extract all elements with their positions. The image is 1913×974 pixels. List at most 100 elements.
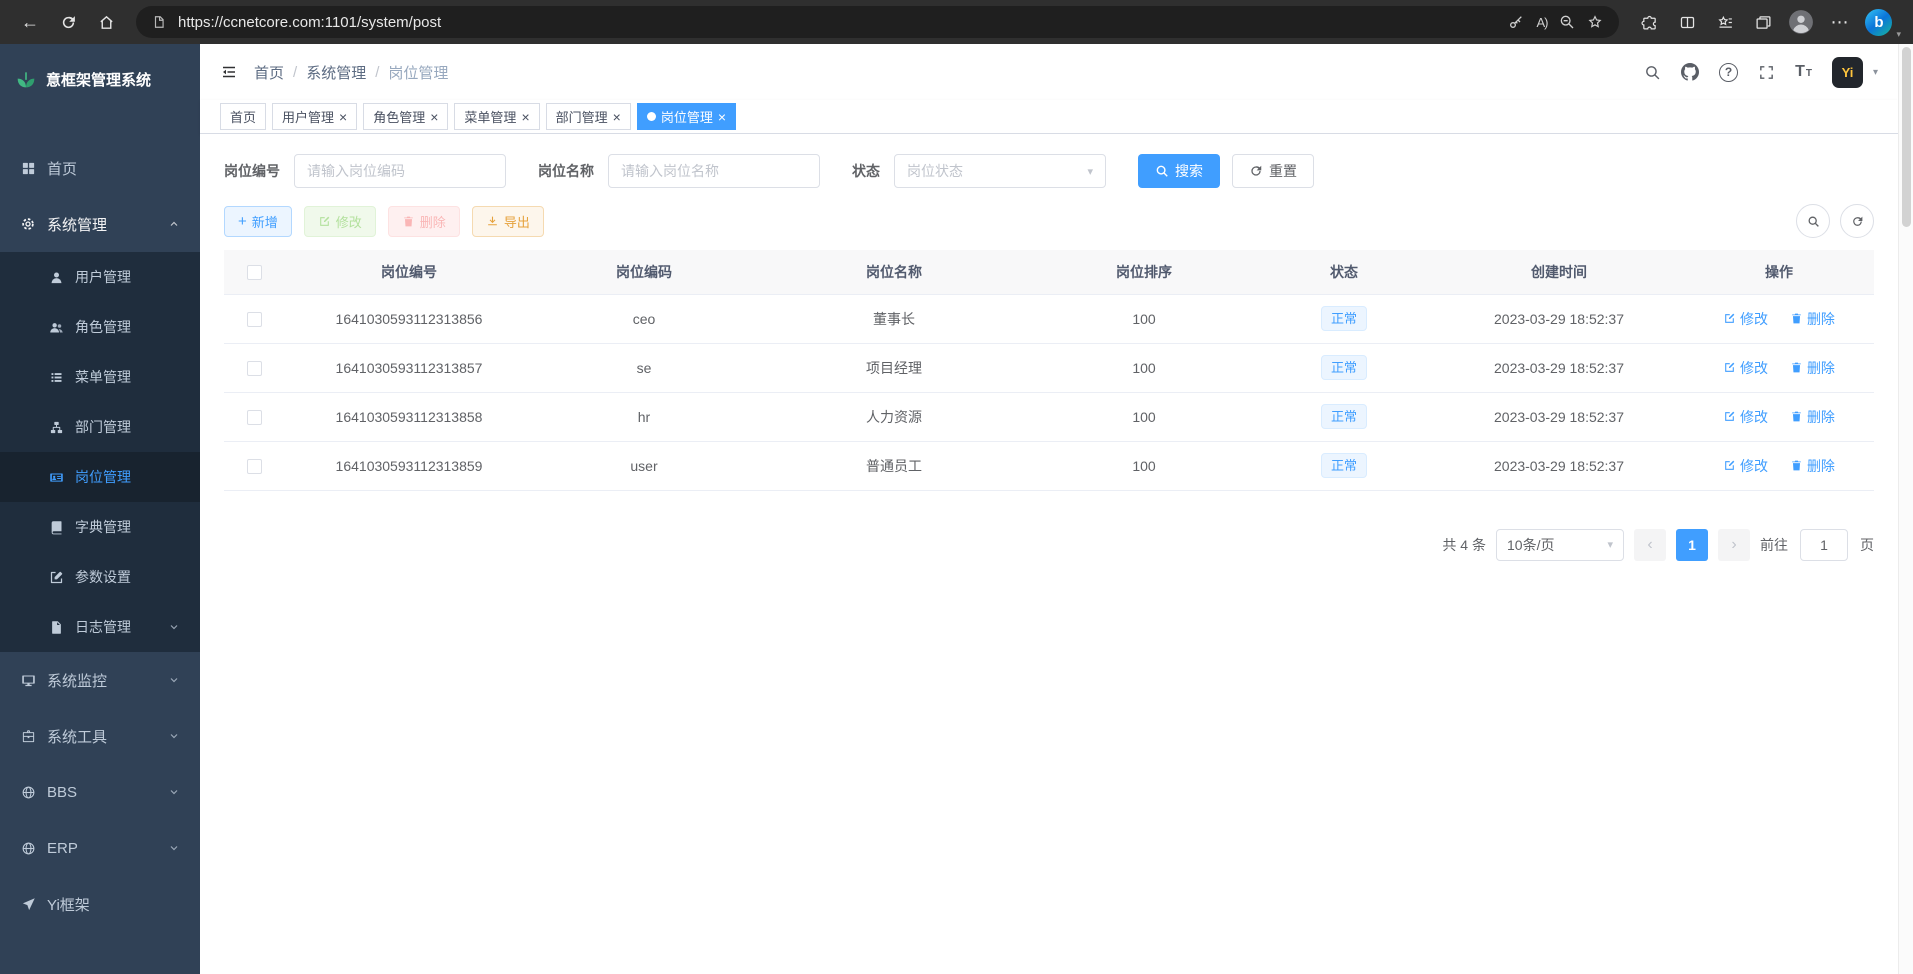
browser-address-bar[interactable]: https://ccnetcore.com:1101/system/post A…	[136, 6, 1619, 38]
page-size-select[interactable]: 10条/页 ▾	[1496, 529, 1624, 561]
browser-menu-icon[interactable]: ⋯	[1821, 6, 1857, 38]
user-avatar[interactable]: Yi	[1832, 57, 1863, 88]
sidebar-item-yi-framework[interactable]: Yi框架	[0, 876, 200, 932]
browser-home-button[interactable]	[88, 6, 124, 38]
row-delete-button[interactable]: 删除	[1790, 358, 1835, 378]
goto-page-input[interactable]	[1800, 529, 1848, 561]
row-delete-button[interactable]: 删除	[1790, 309, 1835, 329]
sidebar-item-user-management[interactable]: 用户管理	[0, 252, 200, 302]
bing-chat-button[interactable]: b	[1865, 9, 1892, 36]
sidebar-item-erp[interactable]: ERP	[0, 820, 200, 876]
chevron-down-icon[interactable]: ▾	[1896, 29, 1901, 40]
browser-refresh-button[interactable]	[50, 6, 86, 38]
split-screen-icon[interactable]	[1669, 6, 1705, 38]
delete-button[interactable]: 删除	[388, 206, 460, 237]
sidebar-item-dict-management[interactable]: 字典管理	[0, 502, 200, 552]
tab-close-icon[interactable]: ×	[718, 110, 726, 124]
edit-button[interactable]: 修改	[304, 206, 376, 237]
content-area: 岗位编号 岗位名称 状态 岗位状态 ▾	[200, 134, 1898, 974]
favorites-icon[interactable]	[1707, 6, 1743, 38]
row-checkbox[interactable]	[247, 459, 262, 474]
collapse-sidebar-button[interactable]	[220, 63, 238, 81]
row-edit-button[interactable]: 修改	[1723, 309, 1768, 329]
search-button[interactable]: 搜索	[1138, 154, 1220, 188]
breadcrumb-system-management[interactable]: 系统管理	[306, 62, 366, 83]
tab-user-management[interactable]: 用户管理 ×	[272, 103, 357, 130]
sidebar-item-system-tools[interactable]: 系统工具	[0, 708, 200, 764]
app-logo[interactable]: 意框架管理系统	[0, 44, 200, 114]
zoom-out-icon[interactable]	[1559, 14, 1575, 30]
tab-post-management[interactable]: 岗位管理 ×	[637, 103, 736, 130]
row-edit-button[interactable]: 修改	[1723, 407, 1768, 427]
add-button[interactable]: + 新增	[224, 206, 292, 237]
page-scrollbar[interactable]	[1898, 44, 1913, 974]
export-button[interactable]: 导出	[472, 206, 544, 237]
row-delete-button[interactable]: 删除	[1790, 407, 1835, 427]
reset-button[interactable]: 重置	[1232, 154, 1314, 188]
tab-close-icon[interactable]: ×	[613, 110, 621, 124]
sidebar-item-param-settings[interactable]: 参数设置	[0, 552, 200, 602]
github-icon[interactable]	[1681, 63, 1699, 81]
extensions-icon[interactable]	[1631, 6, 1667, 38]
add-favorite-star-icon[interactable]	[1587, 14, 1603, 30]
fullscreen-icon[interactable]	[1758, 64, 1775, 81]
status-select[interactable]: 岗位状态 ▾	[894, 154, 1106, 188]
page-number-1[interactable]: 1	[1676, 529, 1708, 561]
send-icon	[20, 897, 36, 912]
avatar-caret-icon[interactable]: ▾	[1873, 67, 1878, 78]
sidebar-item-label: 用户管理	[75, 267, 180, 287]
breadcrumb-home[interactable]: 首页	[254, 62, 284, 83]
cell-post-name: 普通员工	[754, 441, 1034, 490]
font-size-icon[interactable]: TT	[1795, 63, 1812, 81]
column-header-post-name: 岗位名称	[754, 250, 1034, 294]
sidebar-item-system-monitor[interactable]: 系统监控	[0, 652, 200, 708]
toggle-search-button[interactable]	[1796, 204, 1830, 238]
tab-role-management[interactable]: 角色管理 ×	[363, 103, 448, 130]
browser-back-button[interactable]: ←	[12, 6, 48, 38]
table-row: 1641030593112313859 user 普通员工 100 正常 202…	[224, 441, 1874, 490]
refresh-table-button[interactable]	[1840, 204, 1874, 238]
password-key-icon[interactable]	[1508, 14, 1524, 30]
logo-text: 意框架管理系统	[46, 69, 151, 90]
chevron-down-icon	[168, 842, 180, 854]
site-info-icon[interactable]	[152, 15, 166, 29]
sidebar-item-log-management[interactable]: 日志管理	[0, 602, 200, 652]
scrollbar-thumb[interactable]	[1902, 47, 1911, 227]
sidebar-item-home[interactable]: 首页	[0, 140, 200, 196]
cell-post-name: 项目经理	[754, 343, 1034, 392]
tab-dept-management[interactable]: 部门管理 ×	[546, 103, 631, 130]
tab-close-icon[interactable]: ×	[430, 110, 438, 124]
sidebar-item-post-management[interactable]: 岗位管理	[0, 452, 200, 502]
tab-home[interactable]: 首页	[220, 103, 266, 130]
sidebar-item-role-management[interactable]: 角色管理	[0, 302, 200, 352]
screenshot-root: ← https://ccnetcore.com:1101/system/post…	[0, 0, 1913, 974]
tab-close-icon[interactable]: ×	[521, 110, 529, 124]
row-edit-button[interactable]: 修改	[1723, 456, 1768, 476]
header-search-icon[interactable]	[1644, 64, 1661, 81]
profile-avatar[interactable]	[1783, 6, 1819, 38]
status-label: 状态	[852, 161, 880, 181]
row-delete-button[interactable]: 删除	[1790, 456, 1835, 476]
read-aloud-icon[interactable]: A)	[1536, 15, 1547, 30]
tab-close-icon[interactable]: ×	[339, 110, 347, 124]
row-checkbox[interactable]	[247, 312, 262, 327]
sidebar-item-bbs[interactable]: BBS	[0, 764, 200, 820]
post-name-input[interactable]	[608, 154, 820, 188]
sidebar-item-menu-management[interactable]: 菜单管理	[0, 352, 200, 402]
sidebar-item-label: 部门管理	[75, 417, 180, 437]
collections-icon[interactable]	[1745, 6, 1781, 38]
row-checkbox[interactable]	[247, 361, 262, 376]
next-page-button[interactable]: ›	[1718, 529, 1750, 561]
row-edit-button[interactable]: 修改	[1723, 358, 1768, 378]
select-all-checkbox[interactable]	[247, 265, 262, 280]
sidebar-item-system-management[interactable]: 系统管理	[0, 196, 200, 252]
row-checkbox[interactable]	[247, 410, 262, 425]
sidebar-item-dept-management[interactable]: 部门管理	[0, 402, 200, 452]
help-icon[interactable]: ?	[1719, 63, 1738, 82]
url-text: https://ccnetcore.com:1101/system/post	[178, 14, 1496, 31]
tab-menu-management[interactable]: 菜单管理 ×	[454, 103, 539, 130]
column-header-created-at: 创建时间	[1434, 250, 1684, 294]
browser-chrome: ← https://ccnetcore.com:1101/system/post…	[0, 0, 1913, 44]
post-id-input[interactable]	[294, 154, 506, 188]
prev-page-button[interactable]: ‹	[1634, 529, 1666, 561]
